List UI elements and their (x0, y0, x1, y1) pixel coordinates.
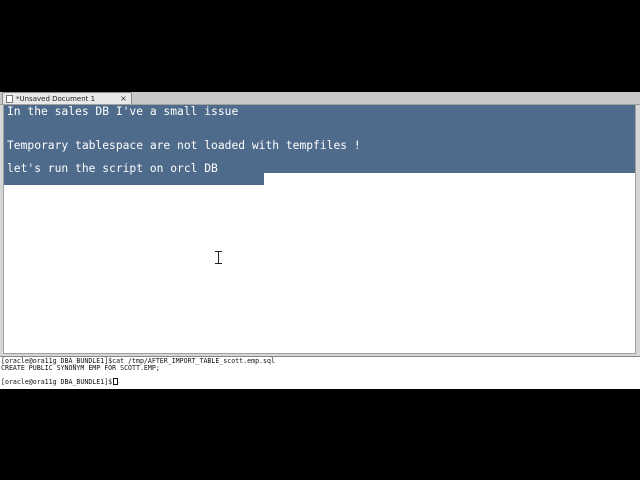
text-cursor-icon (214, 251, 223, 264)
terminal-window[interactable]: [oracle@ora11g DBA_BUNDLE1]$cat /tmp/AFT… (0, 356, 640, 389)
editor-line: Temporary tablespace are not loaded with… (7, 139, 361, 152)
close-tab-icon[interactable]: × (119, 94, 128, 103)
editor-line: In the sales DB I've a small issue (7, 105, 239, 118)
editor-line: let's run the script on orcl DB (7, 162, 218, 175)
terminal-prompt: [oracle@ora11g DBA_BUNDLE1]$ (1, 378, 113, 386)
document-icon (6, 94, 13, 103)
tab-title: *Unsaved Document 1 (16, 94, 96, 103)
tab-unsaved-document[interactable]: *Unsaved Document 1 × (2, 92, 132, 104)
terminal-prompt-line: [oracle@ora11g DBA_BUNDLE1]$ (1, 378, 119, 386)
terminal-line: CREATE PUBLIC SYNONYM EMP FOR SCOTT.EMP; (1, 364, 160, 372)
text-editor[interactable]: In the sales DB I've a small issue Tempo… (3, 104, 636, 354)
terminal-cursor (113, 378, 119, 385)
gedit-window: *Unsaved Document 1 × In the sales DB I'… (0, 92, 640, 356)
